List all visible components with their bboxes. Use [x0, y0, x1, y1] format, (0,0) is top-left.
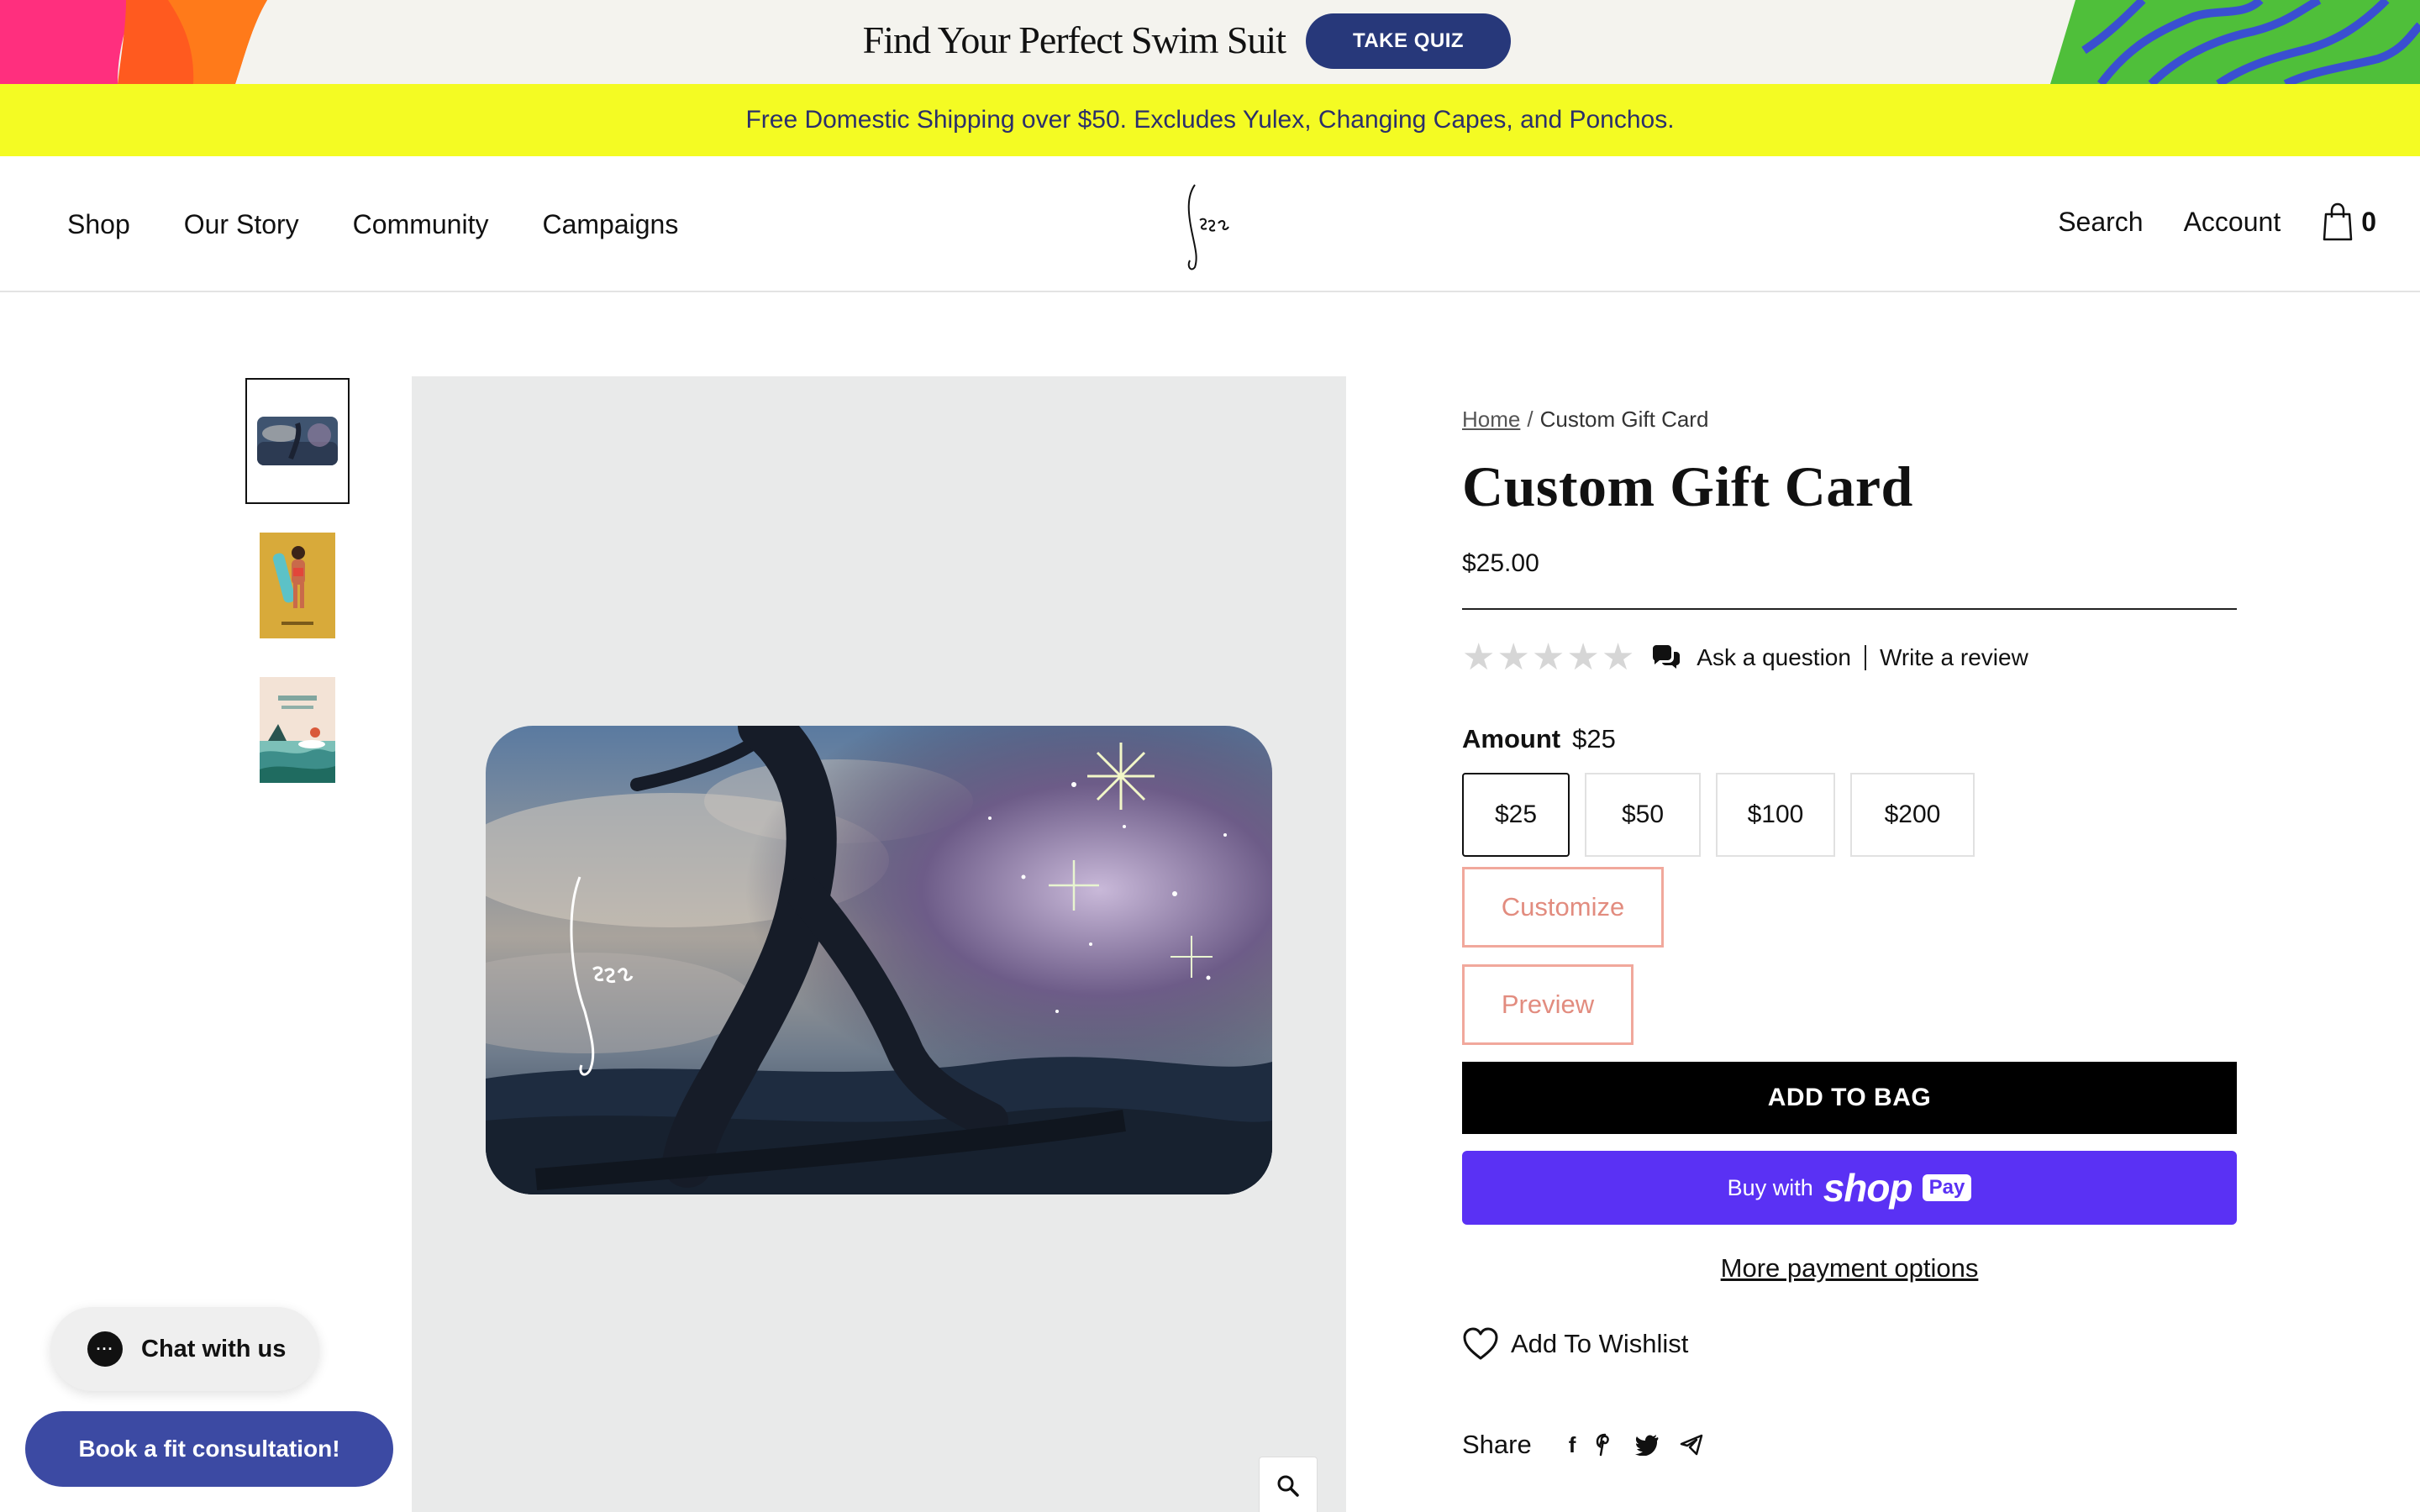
shop-pay-logo-text: shop [1823, 1166, 1913, 1210]
star-icon: ★ [1601, 637, 1635, 678]
heart-icon [1463, 1327, 1498, 1360]
book-fit-consultation-button[interactable]: Book a fit consultation! [25, 1411, 393, 1487]
facebook-icon[interactable]: f [1569, 1432, 1576, 1458]
add-to-bag-button[interactable]: ADD TO BAG [1462, 1062, 2237, 1134]
product-price: $25.00 [1462, 549, 1539, 577]
amount-option-50[interactable]: $50 [1585, 773, 1701, 857]
ask-question-link[interactable]: Ask a question [1697, 644, 1851, 671]
magnifier-icon [1277, 1475, 1299, 1497]
star-icon: ★ [1462, 637, 1496, 678]
breadcrumb-current: Custom Gift Card [1539, 407, 1709, 432]
preview-button[interactable]: Preview [1462, 964, 1634, 1045]
shop-pay-badge: Pay [1922, 1174, 1972, 1201]
amount-options: $25 $50 $100 $200 [1462, 773, 1975, 857]
shop-pay-button[interactable]: Buy with shop Pay [1462, 1151, 2237, 1225]
share-row: Share f [1462, 1430, 1703, 1460]
amount-selected-value: $25 [1572, 724, 1616, 753]
amount-label: Amount $25 [1462, 724, 1616, 754]
thumbnail-beach-card[interactable] [245, 667, 350, 793]
breadcrumb: Home / Custom Gift Card [1462, 407, 1708, 433]
bag-icon [2323, 202, 2353, 241]
amount-option-25[interactable]: $25 [1462, 773, 1570, 857]
amount-option-100[interactable]: $100 [1716, 773, 1835, 857]
bag-count: 0 [2361, 206, 2376, 237]
star-icon: ★ [1497, 637, 1530, 678]
product-title: Custom Gift Card [1462, 454, 1913, 518]
share-label: Share [1462, 1430, 1532, 1459]
star-icon: ★ [1566, 637, 1600, 678]
pinterest-icon[interactable] [1596, 1433, 1614, 1457]
chat-widget[interactable]: ··· Chat with us [50, 1307, 319, 1391]
nav-item-community[interactable]: Community [353, 209, 489, 240]
thumbnail-surfer-gift-card[interactable] [245, 378, 350, 504]
seea-logo[interactable] [1176, 180, 1235, 272]
chat-label: Chat with us [141, 1335, 287, 1362]
thumbnail-image [257, 417, 338, 465]
thumbnail-image [260, 533, 335, 638]
amount-option-200[interactable]: $200 [1850, 773, 1975, 857]
chat-bubbles-icon [1653, 645, 1681, 669]
add-to-wishlist-button[interactable]: Add To Wishlist [1462, 1327, 1688, 1361]
gift-card-image [486, 726, 1272, 1194]
zoom-button[interactable] [1259, 1457, 1318, 1512]
shipping-announcement-bar: Free Domestic Shipping over $50. Exclude… [0, 84, 2420, 156]
bag-button[interactable]: 0 [2321, 202, 2376, 241]
twitter-icon[interactable] [1634, 1434, 1660, 1456]
quiz-banner-title: Find Your Perfect Swim Suit [862, 18, 1286, 61]
quiz-banner: Find Your Perfect Swim Suit TAKE QUIZ [0, 0, 2420, 84]
decorative-art-right [2050, 0, 2420, 84]
take-quiz-button[interactable]: TAKE QUIZ [1306, 13, 1511, 69]
thumbnail-image [260, 677, 335, 783]
wishlist-label: Add To Wishlist [1511, 1329, 1689, 1358]
review-separator [1864, 645, 1866, 670]
chat-icon: ··· [87, 1331, 123, 1367]
thumbnail-yellow-card[interactable] [245, 522, 350, 648]
account-link[interactable]: Account [2184, 207, 2281, 238]
telegram-icon[interactable] [1680, 1434, 1703, 1456]
nav-item-shop[interactable]: Shop [67, 209, 130, 240]
breadcrumb-home[interactable]: Home [1462, 407, 1520, 432]
breadcrumb-separator: / [1527, 407, 1534, 432]
star-icon: ★ [1531, 637, 1565, 678]
site-header: Shop Our Story Community Campaigns Searc… [0, 156, 2420, 292]
review-row: ★ ★ ★ ★ ★ Ask a question Write a review [1462, 637, 2028, 679]
rating-stars[interactable]: ★ ★ ★ ★ ★ [1462, 639, 1634, 676]
main-nav: Shop Our Story Community Campaigns [67, 156, 678, 292]
utility-nav: Search Account 0 [2058, 156, 2376, 287]
nav-item-our-story[interactable]: Our Story [184, 209, 299, 240]
customize-button[interactable]: Customize [1462, 867, 1664, 948]
shop-pay-buy-with: Buy with [1727, 1174, 1813, 1200]
product-main-image[interactable] [412, 376, 1346, 1512]
amount-label-text: Amount [1462, 724, 1561, 753]
search-link[interactable]: Search [2058, 207, 2143, 238]
write-review-link[interactable]: Write a review [1880, 644, 2028, 671]
more-payment-options-link[interactable]: More payment options [1462, 1253, 2237, 1284]
price-divider [1462, 608, 2237, 610]
nav-item-campaigns[interactable]: Campaigns [542, 209, 678, 240]
